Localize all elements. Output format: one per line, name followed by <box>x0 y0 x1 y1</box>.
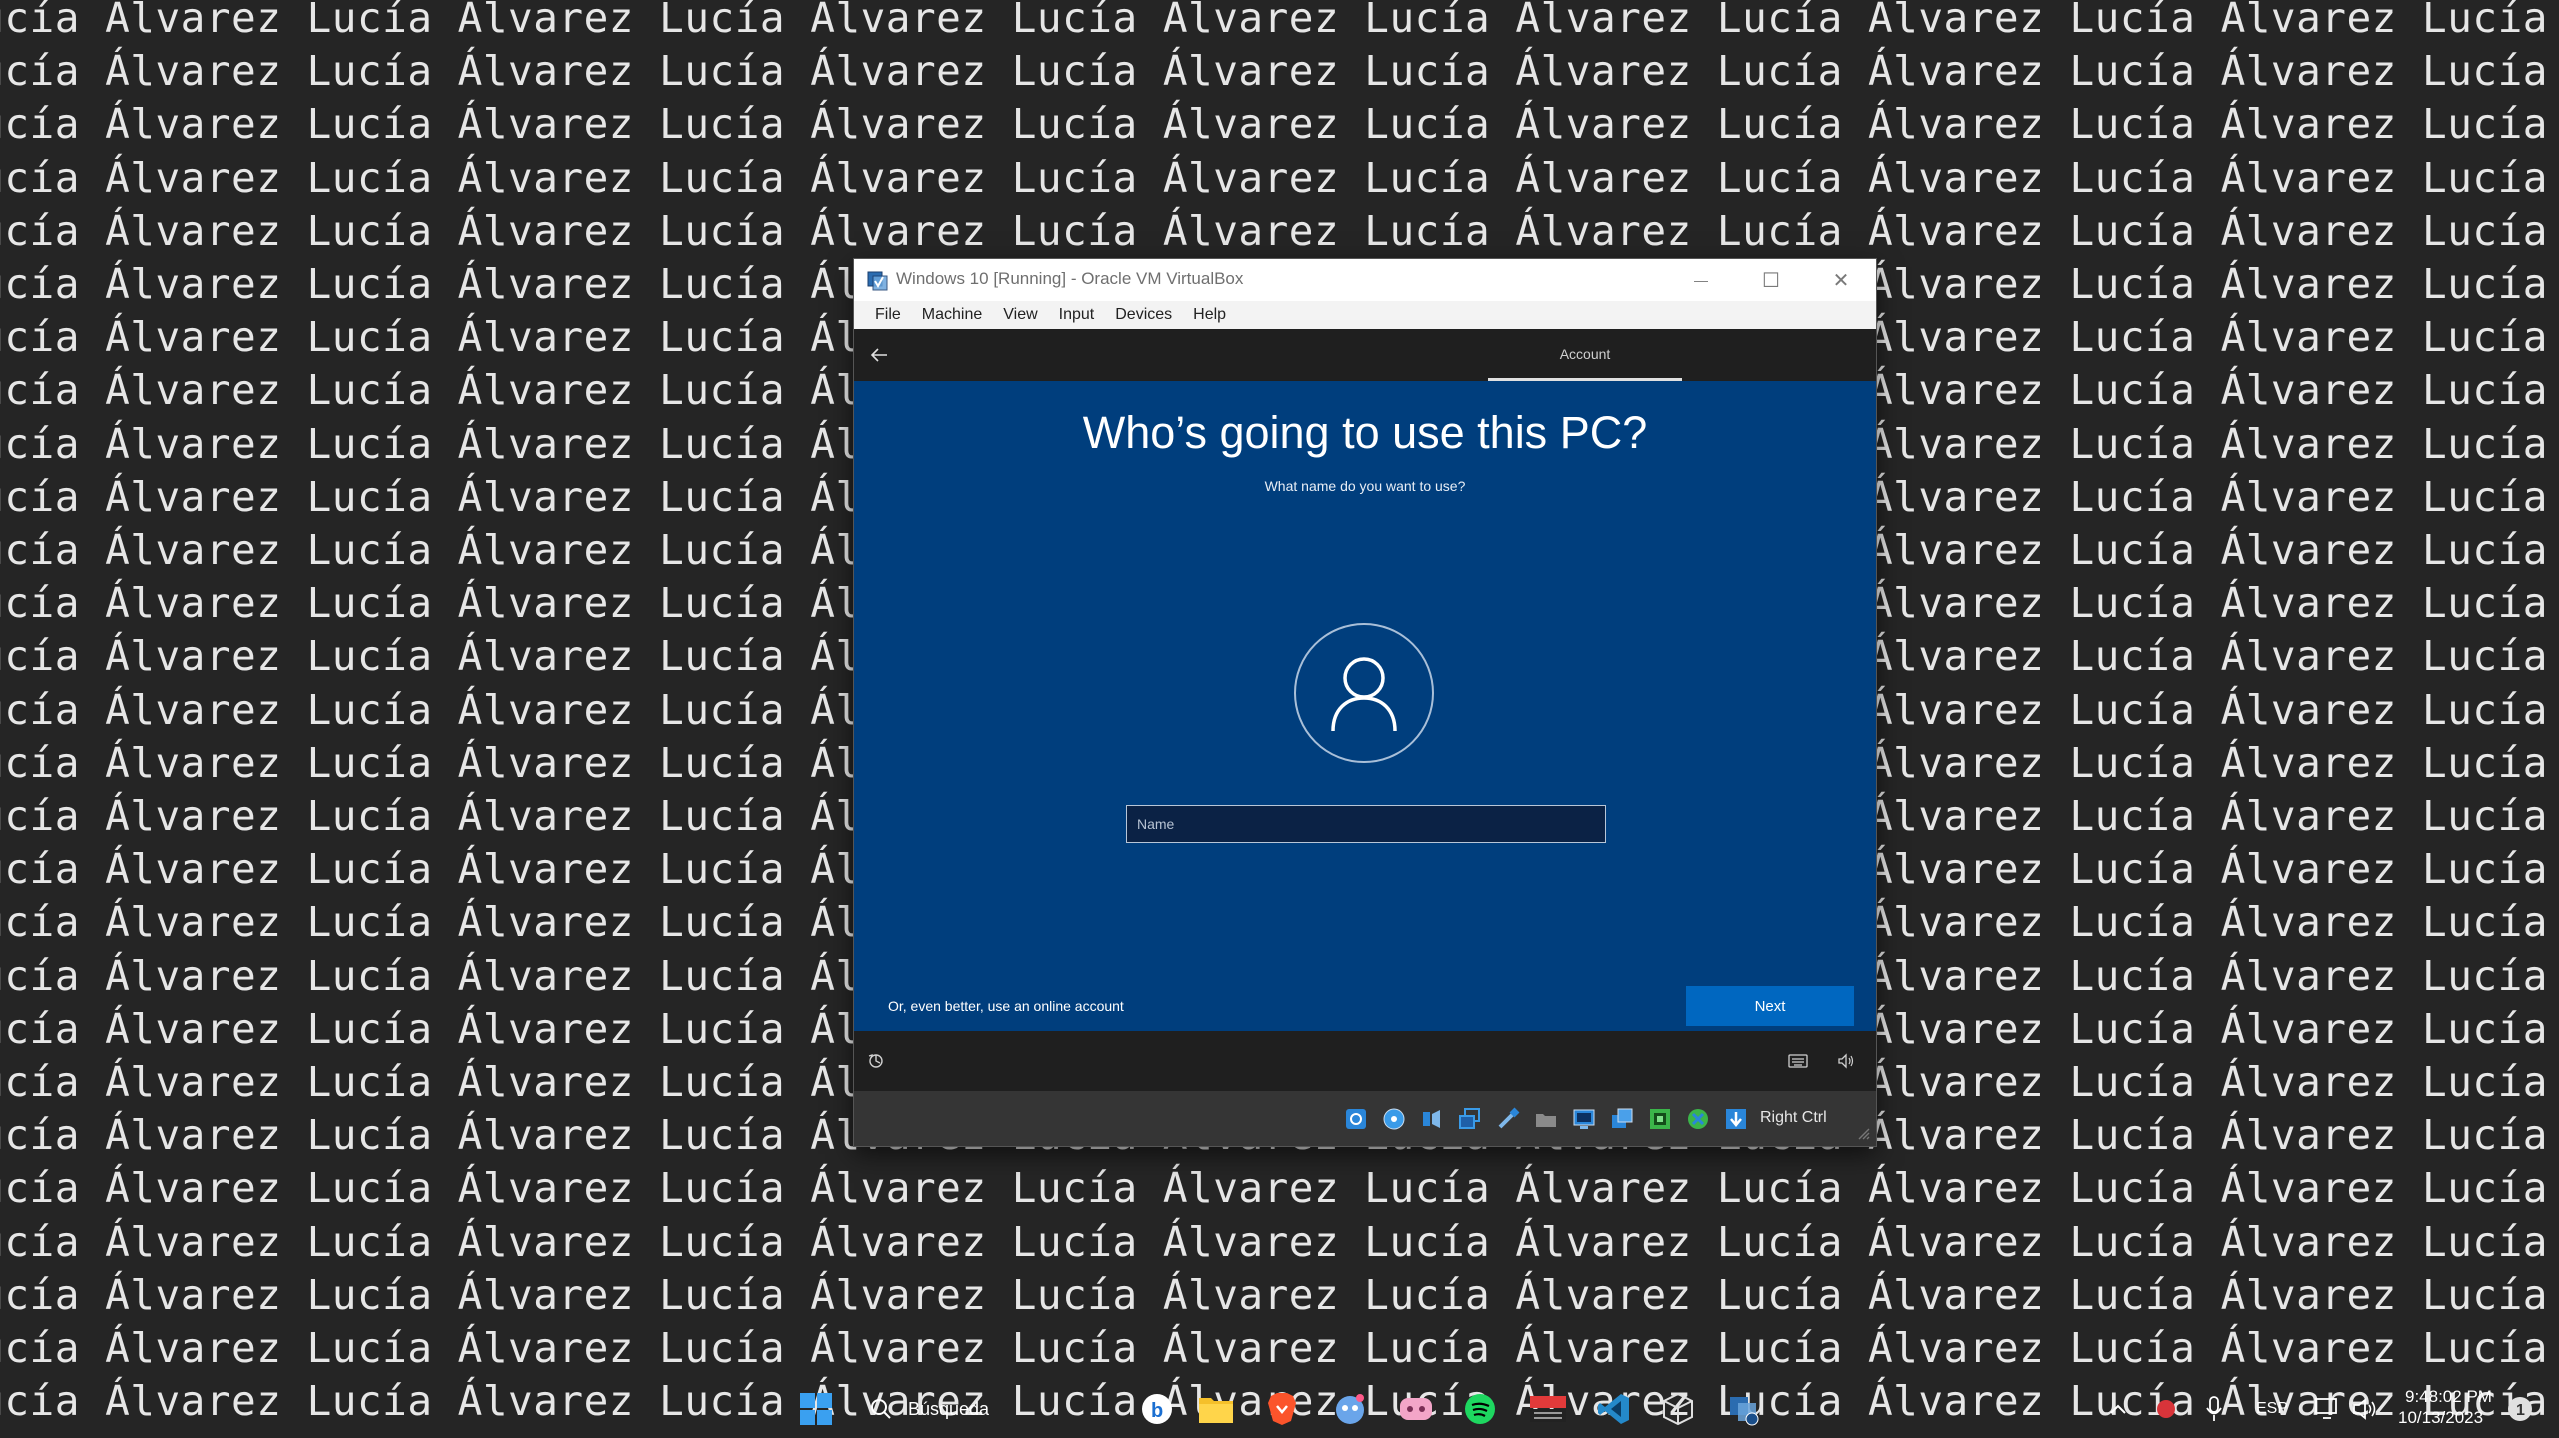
oobe-footer <box>854 1031 1876 1091</box>
wallpaper-text-row: Lucía Álvarez Lucía Álvarez Lucía Álvare… <box>0 1217 2559 1266</box>
volume-icon[interactable] <box>1836 1051 1856 1071</box>
clock-date[interactable]: 10/13/2023 <box>2398 1408 2483 1428</box>
window-title: Windows 10 [Running] - Oracle VM Virtual… <box>896 269 1244 288</box>
resize-grip-icon[interactable] <box>1854 1124 1870 1140</box>
taskbar: Búsqueda b ESP 9:48:02 PM 10/13/2023 1 <box>0 1381 2559 1438</box>
wallpaper-text-row: Lucía Álvarez Lucía Álvarez Lucía Álvare… <box>0 206 2559 255</box>
wallpaper-text-row: Lucía Álvarez Lucía Álvarez Lucía Álvare… <box>0 1270 2559 1319</box>
back-arrow-icon[interactable] <box>866 342 892 368</box>
ease-of-access-icon[interactable] <box>866 1051 886 1071</box>
close-button[interactable]: ✕ <box>1806 259 1876 301</box>
wallpaper-text-row: Lucía Álvarez Lucía Álvarez Lucía Álvare… <box>0 100 2559 149</box>
tray-overflow-button[interactable] <box>2098 1389 2138 1429</box>
virtualbox-taskbar-app[interactable] <box>1658 1389 1698 1429</box>
display-status-icon[interactable] <box>1568 1105 1600 1133</box>
virtualbox-running-icon <box>1730 1397 1759 1426</box>
network-status-icon[interactable] <box>1454 1105 1486 1133</box>
network-icon <box>2315 1398 2337 1419</box>
guest-screen[interactable]: Account Who’s going to use this PC? What… <box>854 329 1876 1091</box>
folder-icon <box>1199 1398 1233 1423</box>
virtualization-status-icon[interactable] <box>1644 1105 1676 1133</box>
optical-drive-status-icon[interactable] <box>1378 1105 1410 1133</box>
vm-status-bar: Right Ctrl <box>854 1091 1876 1146</box>
voicemeeter-icon <box>1530 1396 1566 1422</box>
keyboard-capture-status-icon[interactable] <box>1720 1105 1752 1133</box>
game-app[interactable] <box>1396 1389 1436 1429</box>
spotify-app[interactable] <box>1460 1389 1500 1429</box>
search-icon <box>871 1399 891 1419</box>
wallpaper-text-row: Lucía Álvarez Lucía Álvarez Lucía Álvare… <box>0 153 2559 202</box>
menu-bar: File Machine View Input Devices Help <box>854 301 1876 329</box>
keyboard-icon[interactable] <box>1788 1053 1808 1069</box>
close-icon: ✕ <box>1832 269 1850 292</box>
brave-browser-app[interactable] <box>1262 1389 1302 1429</box>
svg-text:1: 1 <box>2516 1402 2525 1419</box>
wallpaper-text-row: Lucía Álvarez Lucía Álvarez Lucía Álvare… <box>0 1164 2559 1213</box>
vscode-app[interactable] <box>1594 1389 1634 1429</box>
notification-icon: 1 <box>2508 1397 2532 1421</box>
page-title: Who’s going to use this PC? <box>1082 407 1648 458</box>
usb-status-icon[interactable] <box>1492 1105 1524 1133</box>
next-button[interactable]: Next <box>1686 986 1854 1026</box>
file-explorer-app[interactable] <box>1196 1389 1236 1429</box>
user-avatar <box>1294 623 1434 763</box>
vscode-icon <box>1598 1394 1629 1424</box>
clock-time[interactable]: 9:48:02 PM <box>2405 1387 2492 1407</box>
hard-disk-status-icon[interactable] <box>1340 1105 1372 1133</box>
menu-input[interactable]: Input <box>1059 306 1095 324</box>
chat-bot-app[interactable] <box>1330 1389 1370 1429</box>
user-icon <box>1331 657 1397 732</box>
vm-status-icons <box>1340 1105 1752 1133</box>
svg-text:b: b <box>1151 1400 1163 1422</box>
brave-lion-icon <box>1268 1393 1296 1425</box>
speaker-icon <box>2353 1398 2376 1420</box>
window-titlebar[interactable]: Windows 10 [Running] - Oracle VM Virtual… <box>854 259 1876 301</box>
windows-logo-icon <box>800 1393 832 1425</box>
red-dot-app-icon <box>2157 1400 2175 1418</box>
cube-icon <box>1663 1392 1693 1426</box>
virtualbox-running-app[interactable] <box>1724 1389 1764 1429</box>
minimize-icon: — <box>1694 272 1708 288</box>
wallpaper-text-row: Lucía Álvarez Lucía Álvarez Lucía Álvare… <box>0 1324 2559 1372</box>
recording-status-icon[interactable] <box>1606 1105 1638 1133</box>
tray-app-red[interactable] <box>2146 1389 2186 1429</box>
language-indicator[interactable]: ESP <box>2256 1400 2288 1418</box>
host-key-label: Right Ctrl <box>1760 1109 1827 1126</box>
wallpaper-text-row: Lucía Álvarez Lucía Álvarez Lucía Álvare… <box>0 47 2559 96</box>
start-button[interactable] <box>796 1389 836 1429</box>
microphone-icon <box>2206 1396 2222 1421</box>
online-account-link[interactable]: Or, even better, use an online account <box>888 998 1124 1014</box>
virtualbox-window: Windows 10 [Running] - Oracle VM Virtual… <box>854 259 1876 1146</box>
notifications-button[interactable]: 1 <box>2500 1389 2540 1429</box>
menu-view[interactable]: View <box>1003 306 1037 324</box>
bing-icon: b <box>1142 1394 1172 1424</box>
name-input[interactable] <box>1126 805 1606 843</box>
spotify-icon <box>1465 1394 1495 1424</box>
microphone-tray[interactable] <box>2194 1389 2234 1429</box>
robot-icon <box>1336 1394 1364 1424</box>
search-label: Búsqueda <box>908 1399 990 1419</box>
gamepad-icon <box>1400 1398 1432 1420</box>
menu-machine[interactable]: Machine <box>922 306 982 324</box>
voicemeeter-app[interactable] <box>1528 1389 1568 1429</box>
volume-tray[interactable] <box>2346 1389 2386 1429</box>
menu-help[interactable]: Help <box>1193 306 1226 324</box>
wallpaper-text-row: Lucía Álvarez Lucía Álvarez Lucía Álvare… <box>0 0 2559 42</box>
menu-file[interactable]: File <box>875 306 901 324</box>
network-tray[interactable] <box>2308 1389 2348 1429</box>
audio-status-icon[interactable] <box>1416 1105 1448 1133</box>
virtualbox-icon <box>867 271 888 291</box>
maximize-button[interactable]: ☐ <box>1736 259 1806 301</box>
step-tab-account: Account <box>1488 329 1682 381</box>
maximize-icon: ☐ <box>1762 269 1780 292</box>
chevron-up-icon <box>2110 1404 2126 1414</box>
minimize-button[interactable]: — <box>1666 259 1736 301</box>
page-subtitle: What name do you want to use? <box>1264 478 1466 494</box>
shared-folders-status-icon[interactable] <box>1530 1105 1562 1133</box>
mouse-integration-status-icon[interactable] <box>1682 1105 1714 1133</box>
bing-app[interactable]: b <box>1137 1389 1177 1429</box>
menu-devices[interactable]: Devices <box>1115 306 1172 324</box>
oobe-header: Account <box>854 329 1876 381</box>
